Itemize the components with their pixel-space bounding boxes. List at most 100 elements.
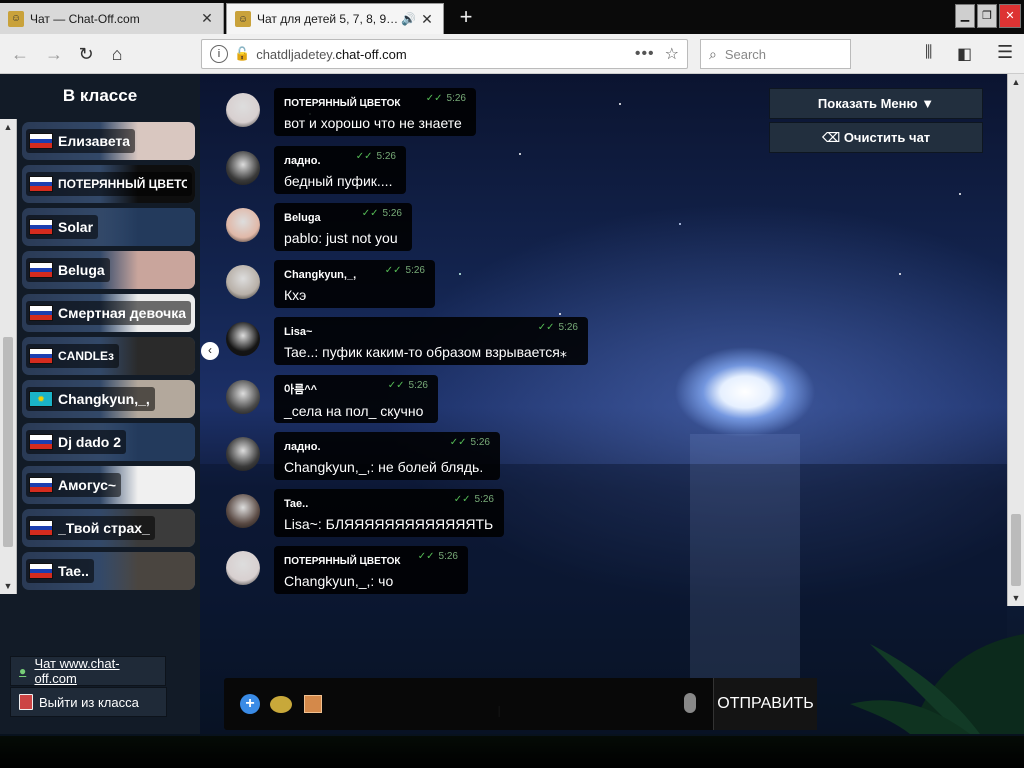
tab-chat-off[interactable]: ☺ Чат — Chat-Off.com ✕	[0, 3, 224, 34]
leave-class-button[interactable]: Выйти из класса	[10, 687, 167, 717]
user-item[interactable]: Solar	[22, 208, 195, 246]
show-menu-button[interactable]: Показать Меню ▼	[769, 88, 983, 119]
user-item[interactable]: ПОТЕРЯННЫЙ ЦВЕТОК	[22, 165, 195, 203]
bookmark-star-icon[interactable]: ☆	[665, 44, 679, 64]
url-text[interactable]: chatdljadetey.chat-off.com	[256, 47, 635, 62]
russia-flag-icon	[29, 176, 53, 192]
user-item[interactable]: CANDLEз	[22, 337, 195, 375]
avatar[interactable]	[226, 494, 260, 528]
avatar[interactable]	[226, 551, 260, 585]
close-tab-icon[interactable]: ✕	[199, 10, 215, 27]
avatar[interactable]	[226, 151, 260, 185]
scroll-down-arrow-icon[interactable]: ▼	[1008, 590, 1024, 606]
message-bubble: ПОТЕРЯННЫЙ ЦВЕТОК ✓✓ 5:26 вот и хорошо что …	[274, 88, 476, 136]
scrollbar-thumb[interactable]	[3, 337, 13, 547]
message-text: _села на пол_ скучно	[284, 403, 424, 419]
user-item[interactable]: _Твой страх_	[22, 509, 195, 547]
search-icon: ⌕	[709, 45, 717, 62]
russia-flag-icon	[29, 434, 53, 450]
message-time: 5:26	[382, 208, 402, 219]
message-input-bar: + ОТПРАВИТЬ	[224, 678, 817, 730]
send-button[interactable]: ОТПРАВИТЬ	[713, 678, 817, 730]
site-favicon-icon: ☺	[235, 11, 251, 27]
page-scrollbar[interactable]: ▲ ▼	[1007, 74, 1024, 606]
user-name: ПОТЕРЯННЫЙ ЦВЕТОК	[58, 177, 187, 191]
address-bar[interactable]: i 🔓 chatdljadetey.chat-off.com ••• ☆	[201, 39, 688, 69]
message-text: Tae..: пуфик каким-то образом взрывается…	[284, 344, 567, 360]
close-window-button[interactable]: ✕	[999, 4, 1021, 28]
sender-name[interactable]: Lisa~	[284, 326, 312, 338]
sender-name[interactable]: ладно.	[284, 155, 321, 167]
sidebar-toggle-icon[interactable]: ◧	[957, 44, 972, 64]
scroll-up-arrow-icon[interactable]: ▲	[0, 119, 16, 135]
message-bubble: ПОТЕРЯННЫЙ ЦВЕТОК ✓✓ 5:26 Changkyun,_,: чо	[274, 546, 468, 594]
user-name: Beluga	[58, 262, 105, 278]
library-icon[interactable]: ⫼	[925, 44, 932, 62]
close-tab-icon[interactable]: ✕	[419, 11, 435, 28]
search-input[interactable]: ⌕ Search	[700, 39, 851, 69]
read-ticks-icon: ✓✓ 5:26	[417, 551, 458, 562]
tab-strip: ☺ Чат — Chat-Off.com ✕ ☺ Чат для детей 5…	[0, 0, 1024, 34]
avatar[interactable]	[226, 93, 260, 127]
user-item[interactable]: ✹ Changkyun,_,	[22, 380, 195, 418]
microphone-icon[interactable]	[684, 693, 696, 713]
russia-flag-icon	[29, 348, 53, 364]
speaker-icon[interactable]: 🔊	[401, 12, 419, 26]
tab-kids-chat[interactable]: ☺ Чат для детей 5, 7, 8, 9-10, 11 🔊 ✕	[226, 3, 444, 34]
hamburger-menu-icon[interactable]: ☰	[997, 42, 1013, 63]
avatar[interactable]	[226, 208, 260, 242]
message-time: 5:26	[558, 322, 578, 333]
forward-arrow-icon[interactable]: →	[40, 40, 68, 68]
user-item[interactable]: Dj dado 2	[22, 423, 195, 461]
sender-name[interactable]: ладно.	[284, 441, 321, 453]
home-icon[interactable]: ⌂	[103, 40, 131, 68]
user-item[interactable]: Beluga	[22, 251, 195, 289]
info-icon[interactable]: i	[210, 45, 228, 63]
scrollbar-thumb[interactable]	[1011, 514, 1021, 586]
user-name: Амогус~	[58, 477, 117, 493]
restore-button[interactable]: ❐	[977, 4, 997, 28]
user-name: Changkyun,_,	[58, 391, 150, 407]
insecure-lock-icon[interactable]: 🔓	[234, 46, 250, 62]
user-list: Елизавета ПОТЕРЯННЫЙ ЦВЕТОК Solar Beluga…	[18, 122, 198, 594]
user-item[interactable]: Tae..	[22, 552, 195, 590]
add-attachment-icon[interactable]: +	[240, 694, 260, 714]
avatar[interactable]	[226, 380, 260, 414]
emoji-icon[interactable]	[270, 696, 292, 713]
back-arrow-icon[interactable]: ←	[6, 40, 34, 68]
sender-name[interactable]: ПОТЕРЯННЫЙ ЦВЕТОК	[284, 98, 401, 109]
image-upload-icon[interactable]	[304, 695, 322, 713]
text-cursor-icon: I	[497, 704, 502, 721]
user-photo	[100, 552, 195, 590]
clear-chat-button[interactable]: ⌫ Очистить чат	[769, 122, 983, 153]
exit-door-icon	[19, 694, 33, 710]
sender-name[interactable]: Tae..	[284, 498, 308, 510]
user-item[interactable]: Смертная девочка	[22, 294, 195, 332]
message-time: 5:26	[470, 437, 490, 448]
kazakhstan-flag-icon: ✹	[29, 391, 53, 407]
avatar[interactable]	[226, 322, 260, 356]
leave-class-label: Выйти из класса	[39, 694, 139, 710]
scroll-down-arrow-icon[interactable]: ▼	[0, 578, 16, 594]
sender-name[interactable]: 아름^^	[284, 381, 317, 397]
new-tab-button[interactable]: +	[452, 4, 480, 30]
user-item[interactable]: Елизавета	[22, 122, 195, 160]
avatar[interactable]	[226, 265, 260, 299]
sender-name[interactable]: Changkyun,_,	[284, 269, 356, 281]
sender-name[interactable]: ПОТЕРЯННЫЙ ЦВЕТОК	[284, 556, 401, 567]
user-name: CANDLEз	[58, 349, 114, 363]
user-item[interactable]: Амогус~	[22, 466, 195, 504]
site-link-button[interactable]: ● Чат www.chat-off.com	[10, 656, 166, 686]
avatar[interactable]	[226, 437, 260, 471]
page-actions-icon[interactable]: •••	[635, 45, 655, 63]
tab-title: Чат — Chat-Off.com	[30, 11, 140, 26]
browser-window: ☺ Чат — Chat-Off.com ✕ ☺ Чат для детей 5…	[0, 0, 1024, 768]
users-scrollbar[interactable]: ▲ ▼	[0, 119, 17, 594]
user-photo	[100, 251, 195, 289]
message-time: 5:26	[405, 265, 425, 276]
sender-name[interactable]: Beluga	[284, 212, 321, 224]
minimize-button[interactable]: ▁	[955, 4, 975, 28]
scroll-up-arrow-icon[interactable]: ▲	[1008, 74, 1024, 90]
message-time: 5:26	[474, 494, 494, 505]
reload-icon[interactable]: ↻	[72, 40, 100, 68]
